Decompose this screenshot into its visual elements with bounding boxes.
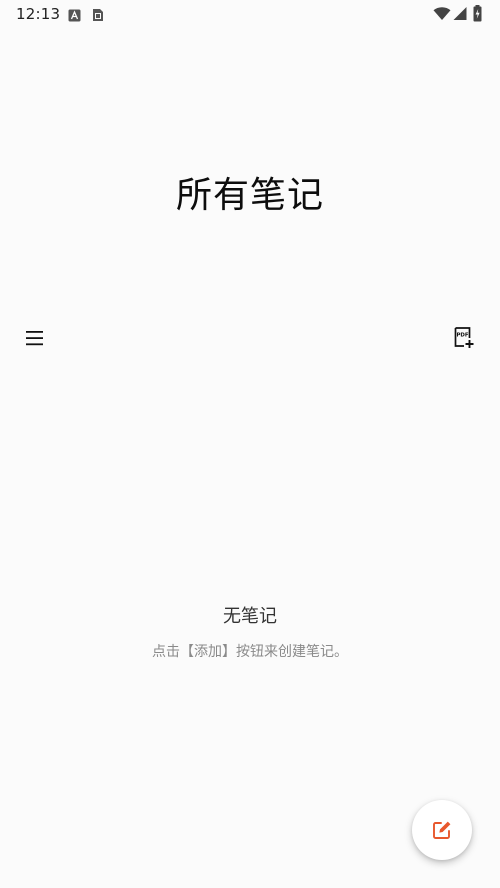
- pdf-export-button[interactable]: PDF: [446, 320, 482, 356]
- status-bar: 12:13: [0, 0, 500, 30]
- page-title: 所有笔记: [175, 175, 324, 216]
- pdf-add-icon: PDF: [454, 327, 474, 348]
- add-note-button[interactable]: [412, 800, 472, 860]
- sim-card-icon: [92, 7, 104, 26]
- cellular-signal-icon: [453, 6, 467, 25]
- battery-charging-icon: [473, 5, 482, 26]
- keyboard-a-icon: [68, 7, 81, 26]
- menu-button[interactable]: [17, 320, 53, 356]
- svg-text:PDF: PDF: [456, 333, 468, 339]
- hamburger-menu-icon: [26, 331, 43, 346]
- wifi-icon: [433, 6, 451, 25]
- empty-state-title: 无笔记: [223, 606, 277, 627]
- status-time: 12:13: [16, 5, 61, 23]
- edit-note-icon: [433, 821, 451, 839]
- empty-state-hint: 点击【添加】按钮来创建笔记。: [152, 644, 348, 660]
